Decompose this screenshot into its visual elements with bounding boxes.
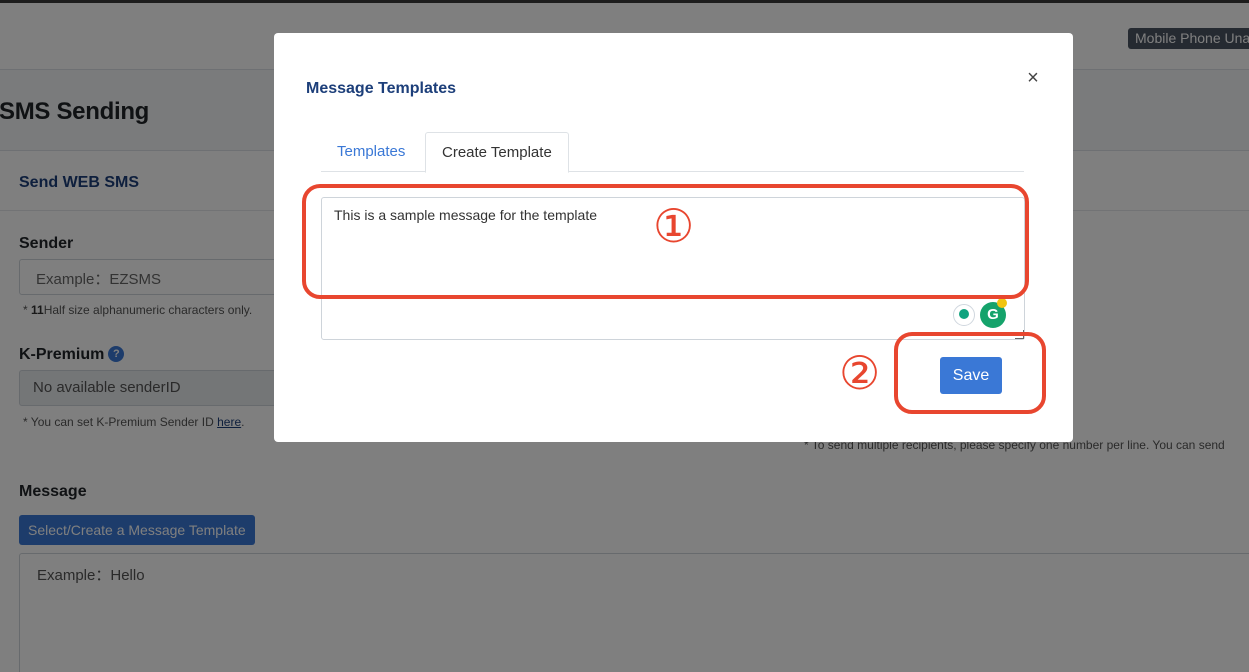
notification-badge <box>997 298 1007 308</box>
tab-templates[interactable]: Templates <box>321 132 421 172</box>
step2-number: ② <box>839 346 881 400</box>
tab-create-template[interactable]: Create Template <box>425 132 569 173</box>
step2-highlight-box <box>894 332 1046 414</box>
lightbulb-icon[interactable] <box>953 304 975 326</box>
modal-title: Message Templates <box>306 80 456 97</box>
editor-extension-icons: G <box>953 298 1013 328</box>
close-icon[interactable]: × <box>1024 67 1042 89</box>
step1-number: ① <box>653 199 695 253</box>
modal-tabs: Templates Create Template <box>321 132 1024 173</box>
